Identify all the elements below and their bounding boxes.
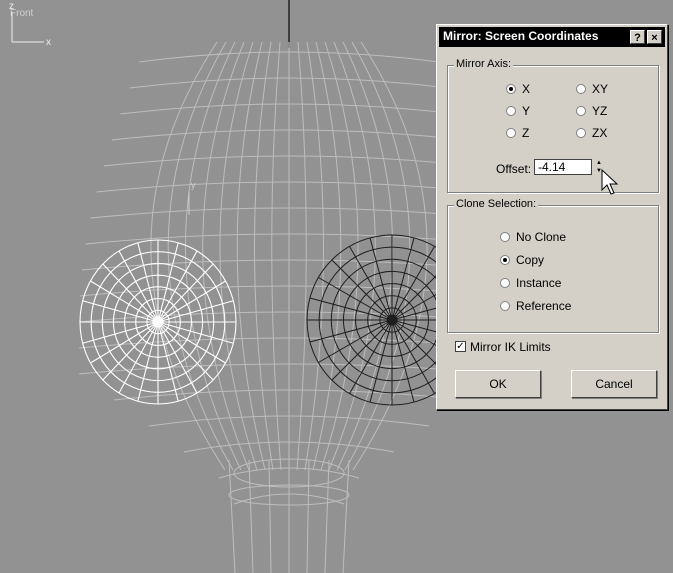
eye-spoke [137, 321, 159, 402]
radio-label: X [522, 82, 531, 96]
mesh-column-line [304, 41, 325, 471]
neck-line [342, 459, 350, 573]
radio-axis-yz[interactable]: YZ [576, 104, 607, 118]
radio-label: XY [592, 82, 609, 96]
radio-dot [500, 231, 510, 242]
axis-x-label: x [46, 37, 51, 48]
axis-z-label: z [9, 1, 14, 12]
eye-spoke [137, 242, 159, 323]
offset-input[interactable]: -4.14 [534, 159, 592, 175]
radio-label: No Clone [516, 230, 567, 244]
radio-dot [576, 127, 586, 138]
radio-axis-y[interactable]: Y [506, 104, 530, 118]
neck-line [268, 459, 272, 573]
radio-no-clone[interactable]: No Clone [500, 230, 566, 244]
eye-spoke [369, 237, 393, 321]
eye-spoke [157, 321, 179, 402]
mesh-column-line [236, 41, 266, 471]
eye-pupil [386, 314, 398, 326]
mirror-axis-group: Mirror Axis: X Y Z XY YZ ZX Offset: -4.1… [447, 58, 659, 193]
mirror-dialog[interactable]: Mirror: Screen Coordinates ? × Mirror Ax… [436, 24, 668, 410]
eye-pupil [152, 316, 164, 328]
pivot-y-label: y [191, 180, 196, 190]
offset-label: Offset: [496, 162, 532, 176]
radio-dot [576, 105, 586, 116]
cancel-button[interactable]: Cancel [571, 370, 657, 398]
radio-label: Y [522, 104, 531, 118]
neck-line [228, 459, 236, 573]
neck-line [324, 459, 330, 573]
mirror-axis-legend: Mirror Axis: [454, 58, 513, 70]
radio-label: ZX [592, 126, 608, 140]
eye-spoke [157, 300, 234, 323]
clone-selection-group: Clone Selection: No Clone Copy Instance … [447, 198, 659, 333]
spinner-up-icon[interactable]: ▲ [594, 159, 604, 167]
radio-label: Copy [516, 253, 545, 267]
eye-spoke [369, 319, 393, 403]
radio-dot [506, 105, 516, 116]
axis-gizmo: z x [9, 1, 51, 48]
check-icon[interactable]: ✓ [455, 341, 466, 353]
clone-selection-legend: Clone Selection: [454, 198, 539, 210]
radio-label: Z [522, 126, 530, 140]
eye-spoke [391, 237, 415, 321]
radio-instance[interactable]: Instance [500, 276, 561, 290]
close-button[interactable]: × [647, 30, 662, 44]
eye-spoke [82, 321, 159, 344]
radio-reference[interactable]: Reference [500, 299, 571, 313]
radio-label: Reference [516, 299, 572, 313]
mirror-ik-checkbox[interactable]: ✓ Mirror IK Limits [455, 340, 551, 354]
neck-line [306, 459, 310, 573]
mesh-column-line [253, 41, 274, 471]
radio-axis-x[interactable]: X [506, 82, 530, 96]
radio-axis-zx[interactable]: ZX [576, 126, 607, 140]
radio-label: Instance [516, 276, 562, 290]
radio-dot [500, 277, 510, 288]
radio-dot [506, 83, 516, 94]
radio-dot [500, 300, 510, 311]
help-button[interactable]: ? [630, 30, 645, 44]
mesh-column-line [271, 41, 282, 471]
mirror-ik-label: Mirror IK Limits [470, 340, 551, 354]
dialog-title: Mirror: Screen Coordinates [443, 29, 599, 43]
radio-axis-xy[interactable]: XY [576, 82, 608, 96]
mesh-column-line [296, 41, 307, 471]
mesh-column-line [167, 41, 234, 471]
eye-left-selected[interactable] [79, 239, 237, 405]
radio-dot [576, 83, 586, 94]
radio-label: YZ [592, 104, 608, 118]
dialog-titlebar[interactable]: Mirror: Screen Coordinates ? × [439, 27, 665, 47]
radio-dot [500, 254, 510, 265]
eye-spoke [391, 319, 415, 403]
neck-line [248, 459, 254, 573]
radio-copy[interactable]: Copy [500, 253, 544, 267]
mouse-cursor-icon [601, 168, 619, 195]
radio-dot [506, 127, 516, 138]
radio-axis-z[interactable]: Z [506, 126, 529, 140]
ok-button[interactable]: OK [455, 370, 541, 398]
